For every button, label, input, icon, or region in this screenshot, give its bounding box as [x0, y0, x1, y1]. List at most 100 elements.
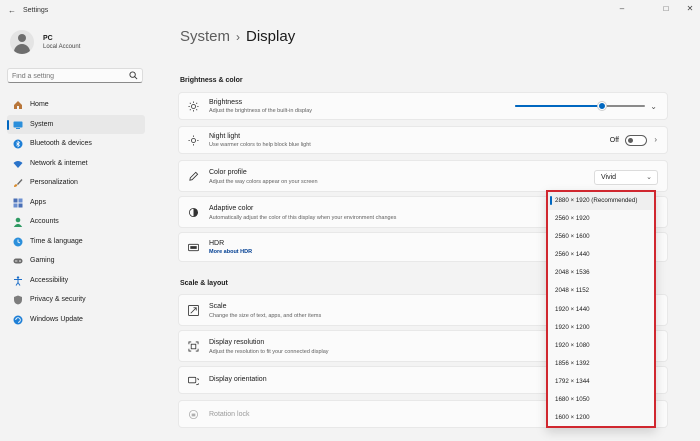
sidebar-item-windows-update[interactable]: Windows Update [7, 310, 145, 330]
page-title: Display [246, 28, 296, 45]
chevron-down-icon[interactable]: ⌄ [650, 102, 657, 111]
resolution-option-label: 1920 × 1080 [555, 341, 590, 349]
wifi-icon [13, 160, 23, 168]
sidebar-item-label: System [30, 120, 54, 128]
sidebar-item-label: Network & internet [30, 159, 88, 167]
resolution-option-label: 1920 × 1440 [555, 305, 590, 313]
avatar [10, 30, 34, 54]
resolution-option[interactable]: 2560 × 1920 [548, 210, 654, 228]
breadcrumb: System › Display [180, 28, 295, 45]
brightness-title: Brightness [209, 99, 243, 106]
search-icon[interactable] [129, 71, 138, 80]
resolution-dropdown[interactable]: 2880 × 1920 (Recommended) 2560 × 1920 2560… [546, 190, 656, 428]
resolution-option[interactable]: 1856 × 1392 [548, 355, 654, 373]
sidebar-item-personalization[interactable]: Personalization [7, 173, 145, 193]
sidebar-item-accounts[interactable]: Accounts [7, 212, 145, 232]
accessibility-icon [14, 275, 22, 286]
sidebar-item-home[interactable]: Home [7, 95, 145, 115]
gamepad-icon [13, 258, 23, 264]
sidebar-item-label: Home [30, 101, 49, 108]
resolution-option-label: 2048 × 1536 [555, 269, 590, 277]
night-light-state: Off [609, 137, 619, 144]
color-profile-select[interactable]: Vivid ⌄ [594, 170, 658, 185]
sidebar-item-label: Accessibility [30, 276, 69, 284]
sidebar-item-time-language[interactable]: Time & language [7, 232, 145, 252]
brightness-card[interactable]: Brightness Adjust the brightness of the … [178, 92, 668, 120]
resolution-option-label: 2560 × 1600 [555, 233, 590, 241]
breadcrumb-separator: › [236, 30, 241, 44]
resolution-option[interactable]: 2560 × 1440 [548, 246, 654, 264]
resolution-option-label: 1920 × 1200 [555, 323, 590, 331]
resolution-option[interactable]: 1792 × 1344 [548, 373, 654, 391]
hdr-title: HDR [209, 240, 225, 247]
resolution-option[interactable]: 1920 × 1080 [548, 337, 654, 355]
sidebar-item-label: Privacy & security [30, 296, 86, 303]
sidebar-item-label: Apps [30, 198, 46, 206]
display-resolution-description: Adjust the resolution to fit your connec… [209, 349, 329, 355]
brightness-slider[interactable] [515, 102, 645, 110]
resolution-option-label: 2880 × 1920 (Recommended) [555, 197, 638, 204]
sun-icon [188, 101, 199, 112]
sidebar-item-apps[interactable]: Apps [7, 193, 145, 213]
sidebar-item-label: Personalization [30, 179, 78, 186]
back-arrow-icon[interactable]: ← [8, 6, 16, 15]
display-resolution-title: Display resolution [209, 339, 265, 346]
color-profile-card[interactable]: Color profile Adjust the way colors appe… [178, 160, 668, 192]
section-title-brightness: Brightness & color [180, 77, 243, 84]
scale-icon [188, 305, 199, 316]
resolution-option[interactable]: 1600 × 1200 [548, 409, 654, 427]
accounts-icon [13, 217, 23, 227]
pen-icon [189, 171, 199, 181]
sidebar-item-network[interactable]: Network & internet [7, 154, 145, 174]
close-icon[interactable]: ✕ [684, 4, 696, 13]
sidebar-item-privacy[interactable]: Privacy & security [7, 290, 145, 310]
section-title-scale: Scale & layout [180, 280, 228, 287]
sidebar-item-accessibility[interactable]: Accessibility [7, 271, 145, 291]
scale-title: Scale [209, 303, 227, 310]
sidebar-item-label: Windows Update [30, 315, 83, 323]
hdr-icon [188, 243, 199, 252]
sidebar-item-system[interactable]: System [7, 114, 145, 134]
sidebar-item-label: Time & language [30, 237, 83, 245]
adaptive-color-description: Automatically adjust the color of this d… [209, 215, 397, 221]
adaptive-color-icon [188, 207, 199, 218]
search-input[interactable] [12, 71, 122, 81]
brightness-slider-fill [515, 105, 603, 107]
home-icon [14, 101, 22, 109]
sidebar-item-label: Accounts [30, 218, 59, 225]
sidebar-item-bluetooth[interactable]: Bluetooth & devices [7, 134, 145, 154]
resolution-option[interactable]: 2880 × 1920 (Recommended) [548, 192, 654, 211]
minimize-icon[interactable]: – [616, 4, 628, 13]
resolution-option[interactable]: 1680 × 1050 [548, 391, 654, 409]
resolution-option[interactable]: 2048 × 1152 [548, 282, 654, 300]
resolution-option-label: 2560 × 1920 [555, 215, 590, 223]
sidebar-item-label: Bluetooth & devices [30, 140, 92, 147]
rotation-lock-title: Rotation lock [209, 411, 250, 418]
search-box[interactable] [7, 68, 143, 83]
breadcrumb-parent[interactable]: System [180, 28, 230, 45]
resolution-option-label: 1680 × 1050 [555, 396, 590, 404]
resolution-icon [188, 341, 199, 352]
resolution-option-label: 1600 × 1200 [555, 414, 590, 422]
sidebar-nav: Home System Bluetooth & devices Network … [7, 95, 145, 329]
chevron-right-icon[interactable]: › [654, 135, 657, 144]
night-light-icon [188, 135, 199, 146]
resolution-option-label: 1792 × 1344 [555, 377, 590, 385]
resolution-option[interactable]: 1920 × 1200 [548, 319, 654, 337]
color-profile-value: Vivid [601, 174, 617, 181]
more-about-hdr-link[interactable]: More about HDR [209, 249, 252, 255]
system-icon [13, 121, 23, 129]
resolution-option[interactable]: 2048 × 1536 [548, 264, 654, 282]
sidebar-item-gaming[interactable]: Gaming [7, 251, 145, 271]
brightness-description: Adjust the brightness of the built-in di… [209, 108, 313, 114]
app-title: Settings [23, 7, 49, 14]
night-light-card[interactable]: Night light Use warmer colors to help bl… [178, 126, 668, 154]
brightness-slider-thumb[interactable] [598, 102, 607, 110]
maximize-icon[interactable]: □ [660, 4, 672, 13]
user-profile[interactable]: PC Local Account [10, 30, 140, 60]
brush-icon [14, 179, 23, 187]
resolution-option[interactable]: 1920 × 1440 [548, 301, 654, 319]
night-light-toggle[interactable] [625, 135, 647, 146]
resolution-option[interactable]: 2560 × 1600 [548, 228, 654, 246]
rotation-lock-icon [188, 409, 199, 420]
